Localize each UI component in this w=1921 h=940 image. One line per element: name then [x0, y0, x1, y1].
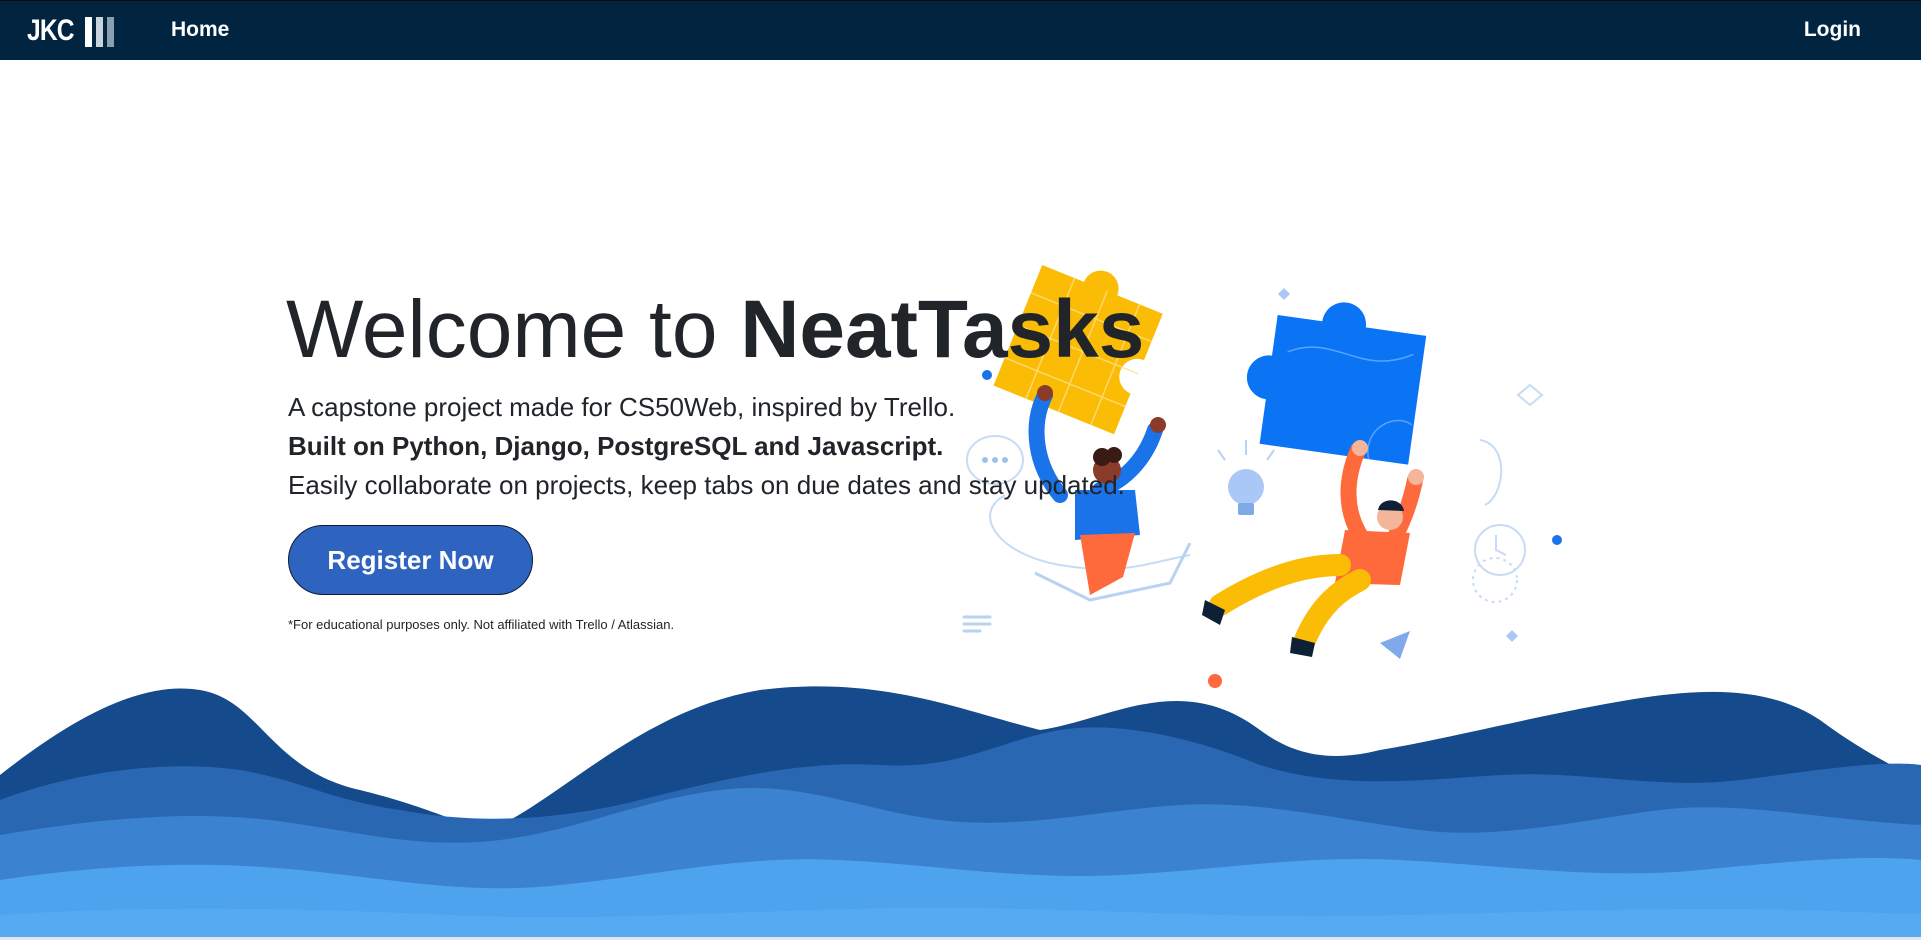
brand-bar [107, 17, 114, 47]
diamond-icon [1506, 630, 1518, 642]
hero-tech-stack: Built on Python, Django, PostgreSQL and … [288, 431, 944, 461]
brand-bar [96, 17, 103, 47]
brand-bars-icon [85, 17, 114, 47]
blue-puzzle-piece-icon [1246, 302, 1427, 465]
brand-logo[interactable]: JKC [27, 14, 114, 47]
page: JKC Home Login Welcome to NeatTasks A ca… [0, 0, 1921, 940]
dot-icon [1552, 535, 1562, 545]
wave-layer [0, 907, 1921, 940]
dot-icon [1208, 674, 1222, 688]
lightbulb-icon [1217, 440, 1275, 515]
brand-text: JKC [27, 14, 75, 47]
disclaimer: *For educational purposes only. Not affi… [288, 617, 675, 632]
hero-title-brand: NeatTasks [740, 284, 1145, 375]
nav-login-link[interactable]: Login [1804, 18, 1861, 42]
text-lines-icon [962, 615, 992, 633]
hero-tagline: A capstone project made for CS50Web, ins… [288, 392, 956, 422]
paper-plane-icon [1380, 631, 1410, 659]
diamond-icon [1278, 288, 1290, 300]
waves-background [0, 686, 1921, 940]
hero-title: Welcome to NeatTasks [286, 282, 1144, 378]
brand-bar [85, 17, 92, 47]
hero-title-prefix: Welcome to [286, 284, 741, 375]
navbar: JKC Home Login [0, 0, 1921, 60]
hero-description: Easily collaborate on projects, keep tab… [288, 470, 1125, 500]
register-now-button[interactable]: Register Now [288, 525, 533, 595]
nav-home-link[interactable]: Home [171, 18, 229, 42]
